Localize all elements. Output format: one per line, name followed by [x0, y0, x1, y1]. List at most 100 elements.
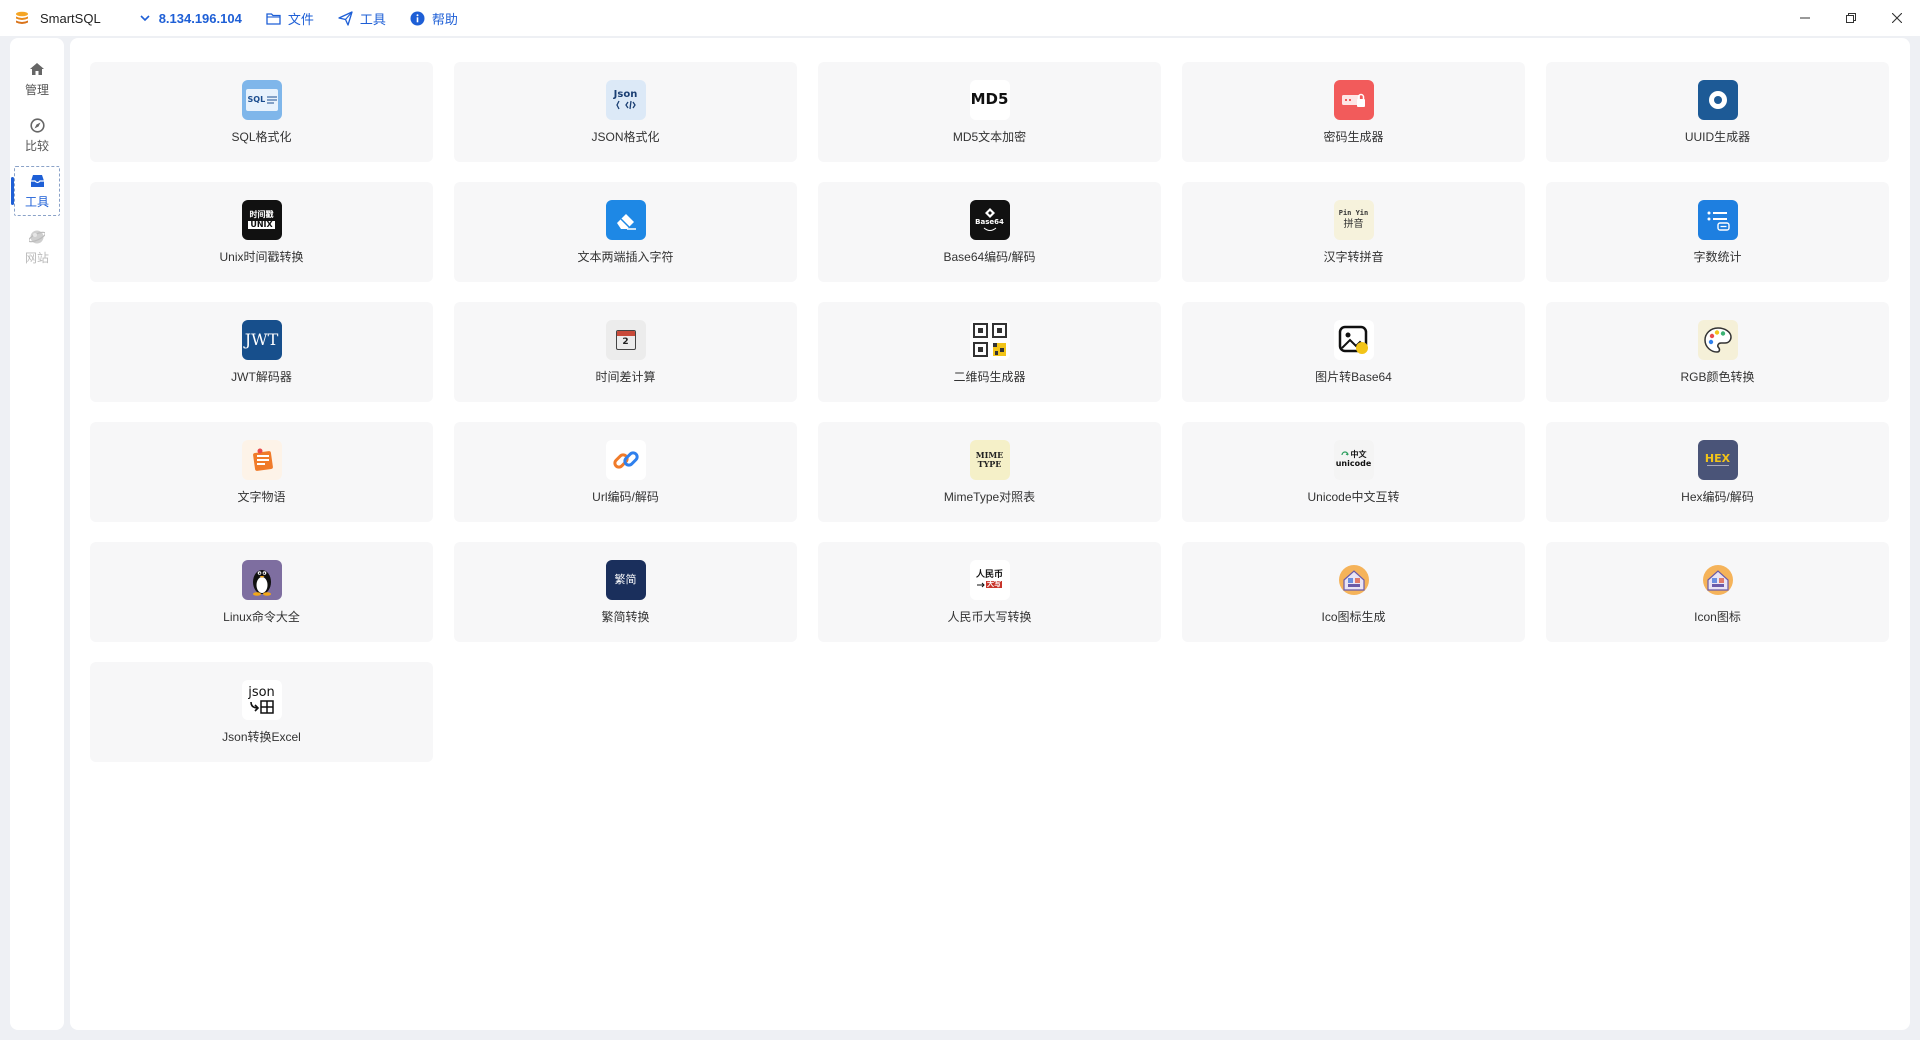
- sidebar-item-tools[interactable]: 工具: [11, 166, 60, 216]
- sidebar-item-label: 工具: [24, 195, 49, 209]
- main-menu: 8.134.196.104 文件 工具 帮助: [137, 9, 482, 28]
- tool-card-ico-generator[interactable]: Ico图标生成: [1182, 542, 1525, 642]
- restore-button[interactable]: [1828, 0, 1874, 36]
- tool-label: Unicode中文互转: [1307, 489, 1400, 504]
- tool-card-pinyin[interactable]: Pin Yin 拼音 汉字转拼音: [1182, 182, 1525, 282]
- sidebar: 管理 比较 工具 网站: [10, 38, 64, 1030]
- tool-card-mimetype[interactable]: MIME TYPE MimeType对照表: [818, 422, 1161, 522]
- link-icon: [605, 439, 646, 480]
- tool-card-json-excel[interactable]: json Json转换Excel: [90, 662, 433, 762]
- base64-icon: Base64: [969, 199, 1010, 240]
- ico-generator-icon: [1334, 560, 1374, 600]
- tool-card-md5[interactable]: MD5 MD5文本加密: [818, 62, 1161, 162]
- hex-icon-text: HEX: [1704, 451, 1731, 465]
- tool-label: Unix时间戳转换: [219, 249, 304, 264]
- base64-icon-text: Base64: [975, 217, 1004, 226]
- tool-label: 图片转Base64: [1315, 369, 1392, 384]
- sidebar-item-label: 比较: [24, 139, 49, 153]
- mime-icon-top: MIME: [975, 450, 1004, 460]
- menu-tools[interactable]: 工具: [338, 9, 386, 28]
- calendar-icon: 2: [605, 319, 646, 360]
- palette-icon: [1697, 319, 1738, 360]
- app-title: SmartSQL: [40, 10, 101, 26]
- menu-help-label: 帮助: [431, 11, 458, 27]
- traditional-simplified-icon: 繁简: [605, 559, 646, 600]
- tool-label: Ico图标生成: [1321, 609, 1386, 624]
- eraser-icon: [605, 199, 646, 240]
- password-generator-icon: [1333, 79, 1374, 120]
- minimize-button[interactable]: [1782, 0, 1828, 36]
- info-icon: [410, 10, 426, 26]
- tool-card-linux[interactable]: Linux命令大全: [90, 542, 433, 642]
- menu-file[interactable]: 文件: [266, 9, 314, 28]
- jwt-icon: JWT: [241, 319, 282, 360]
- tool-label: RGB颜色转换: [1680, 369, 1755, 384]
- tool-card-qrcode[interactable]: 二维码生成器: [818, 302, 1161, 402]
- tool-label: MD5文本加密: [952, 129, 1027, 144]
- menu-file-label: 文件: [287, 11, 314, 27]
- tool-card-jwt[interactable]: JWT JWT解码器: [90, 302, 433, 402]
- globe-icon: [28, 228, 46, 246]
- notes-icon: [241, 439, 282, 480]
- tool-card-unicode[interactable]: 中文 unicode Unicode中文互转: [1182, 422, 1525, 522]
- json-to-excel-icon: json: [241, 679, 282, 720]
- json-excel-icon-text: json: [248, 684, 275, 700]
- uuid-icon: [1697, 79, 1738, 120]
- tool-label: UUID生成器: [1684, 129, 1751, 144]
- calendar-icon-day: 2: [622, 336, 629, 347]
- tool-card-hex[interactable]: HEX Hex编码/解码: [1546, 422, 1889, 522]
- close-icon: [1892, 13, 1902, 23]
- mimetype-icon: MIME TYPE: [969, 439, 1010, 480]
- unicode-icon: 中文 unicode: [1333, 439, 1374, 480]
- tool-card-json-format[interactable]: Json JSON格式化: [454, 62, 797, 162]
- title-bar: SmartSQL 8.134.196.104 文件 工具 帮助: [0, 0, 1920, 36]
- server-selector[interactable]: 8.134.196.104: [137, 10, 242, 26]
- close-button[interactable]: [1874, 0, 1920, 36]
- sidebar-item-compare[interactable]: 比较: [14, 110, 60, 160]
- tool-card-rgb[interactable]: RGB颜色转换: [1546, 302, 1889, 402]
- tool-card-sql-format[interactable]: SQL SQL格式化: [90, 62, 433, 162]
- sidebar-item-website[interactable]: 网站: [14, 222, 60, 272]
- tool-card-image-base64[interactable]: 图片转Base64: [1182, 302, 1525, 402]
- tool-card-rmb[interactable]: 人民币 大写 人民币大写转换: [818, 542, 1161, 642]
- tool-card-url-codec[interactable]: Url编码/解码: [454, 422, 797, 522]
- tool-label: 人民币大写转换: [947, 609, 1032, 624]
- tool-card-icon-library[interactable]: Icon图标: [1546, 542, 1889, 642]
- jwt-icon-text: JWT: [244, 329, 279, 349]
- image-icon: [1333, 319, 1374, 360]
- home-icon: [28, 60, 46, 78]
- rmb-icon-bottom: 大写: [986, 580, 1002, 588]
- tool-label: SQL格式化: [231, 129, 292, 144]
- tool-card-text-story[interactable]: 文字物语: [90, 422, 433, 522]
- md5-icon: MD5: [969, 79, 1010, 120]
- tool-label: 密码生成器: [1323, 129, 1384, 144]
- tool-card-word-count[interactable]: 字数统计: [1546, 182, 1889, 282]
- tool-card-base64[interactable]: Base64 Base64编码/解码: [818, 182, 1161, 282]
- unix-icon-bottom: UNIX: [248, 219, 275, 229]
- rmb-icon: 人民币 大写: [969, 559, 1010, 600]
- sidebar-item-manage[interactable]: 管理: [14, 54, 60, 104]
- pinyin-icon-top: Pin Yin: [1338, 208, 1369, 217]
- pinyin-icon: Pin Yin 拼音: [1333, 199, 1374, 240]
- tool-label: Icon图标: [1694, 609, 1741, 624]
- tool-label: JWT解码器: [231, 369, 292, 384]
- toolbox-icon: [28, 172, 46, 190]
- sql-format-icon: SQL: [241, 79, 282, 120]
- tool-card-unix-timestamp[interactable]: 时间戳 UNIX Unix时间戳转换: [90, 182, 433, 282]
- tool-card-time-diff[interactable]: 2 时间差计算: [454, 302, 797, 402]
- chevron-down-icon: [137, 10, 153, 26]
- paper-plane-icon: [338, 10, 354, 26]
- unicode-icon-top: 中文: [1350, 450, 1367, 459]
- sidebar-item-label: 网站: [24, 251, 49, 265]
- md5-icon-text: MD5: [970, 90, 1009, 108]
- pinyin-icon-bottom: 拼音: [1343, 218, 1364, 230]
- tool-card-uuid[interactable]: UUID生成器: [1546, 62, 1889, 162]
- menu-help[interactable]: 帮助: [410, 9, 458, 28]
- compare-icon: [28, 116, 46, 134]
- tool-card-traditional-simplified[interactable]: 繁简 繁简转换: [454, 542, 797, 642]
- tool-label: Linux命令大全: [223, 609, 300, 624]
- tool-card-insert-chars[interactable]: 文本两端插入字符: [454, 182, 797, 282]
- tool-grid: SQL SQL格式化 Json JSON格式化 MD5 MD5文本加密 密码生成…: [90, 62, 1889, 762]
- icon-library-icon: [1698, 560, 1738, 600]
- tool-card-password-generator[interactable]: 密码生成器: [1182, 62, 1525, 162]
